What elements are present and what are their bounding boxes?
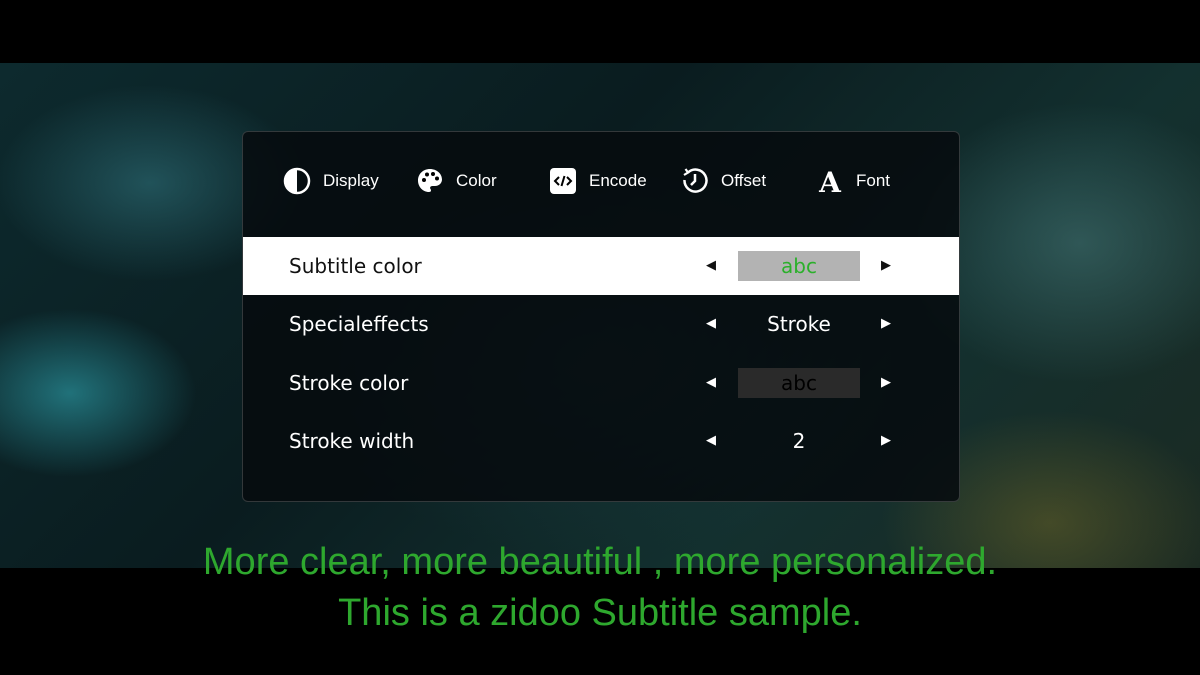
- tab-encode[interactable]: Encode: [549, 165, 647, 197]
- setting-row-stroke-color[interactable]: Stroke color ◀ abc ▶: [243, 354, 959, 412]
- tab-display-label: Display: [323, 171, 379, 190]
- next-value-arrow-icon[interactable]: ▶: [876, 295, 896, 353]
- previous-value-arrow-icon[interactable]: ◀: [701, 237, 721, 295]
- tab-color[interactable]: Color: [416, 165, 497, 197]
- setting-label: Specialeffects: [289, 312, 429, 336]
- svg-text:A: A: [818, 167, 842, 195]
- tab-font[interactable]: A Font: [816, 165, 890, 197]
- setting-row-specialeffects[interactable]: Specialeffects ◀ Stroke ▶: [243, 295, 959, 353]
- setting-row-stroke-width[interactable]: Stroke width ◀ 2 ▶: [243, 412, 959, 470]
- setting-row-subtitle-color[interactable]: Subtitle color ◀ abc ▶: [243, 237, 959, 295]
- subtitle-color-swatch: abc: [738, 251, 860, 281]
- code-icon: [549, 167, 577, 195]
- next-value-arrow-icon[interactable]: ▶: [876, 237, 896, 295]
- previous-value-arrow-icon[interactable]: ◀: [701, 354, 721, 412]
- previous-value-arrow-icon[interactable]: ◀: [701, 295, 721, 353]
- stroke-color-swatch: abc: [738, 368, 860, 398]
- subtitle-line-2: This is a zidoo Subtitle sample.: [338, 592, 862, 634]
- tab-offset-label: Offset: [721, 171, 767, 190]
- tab-color-label: Color: [456, 171, 497, 190]
- stroke-width-value: 2: [792, 429, 806, 453]
- next-value-arrow-icon[interactable]: ▶: [876, 354, 896, 412]
- previous-value-arrow-icon[interactable]: ◀: [701, 412, 721, 470]
- tab-font-label: Font: [856, 171, 891, 190]
- subtitle-settings-panel: Display Color Encode Offset A Font Subti…: [242, 131, 960, 502]
- tab-display[interactable]: Display: [283, 165, 379, 197]
- subtitle-line-1: More clear, more beautiful , more person…: [202, 541, 998, 583]
- tab-offset[interactable]: Offset: [681, 165, 766, 197]
- setting-label: Subtitle color: [289, 254, 422, 278]
- clock-offset-icon: [681, 167, 709, 195]
- specialeffects-value: Stroke: [767, 312, 831, 336]
- settings-tab-bar: Display Color Encode Offset A Font: [243, 132, 959, 232]
- setting-label: Stroke color: [289, 371, 409, 395]
- next-value-arrow-icon[interactable]: ▶: [876, 412, 896, 470]
- palette-icon: [416, 167, 444, 195]
- tab-encode-label: Encode: [589, 171, 647, 190]
- display-contrast-icon: [283, 167, 311, 195]
- setting-label: Stroke width: [289, 429, 415, 453]
- font-icon: A: [816, 167, 844, 195]
